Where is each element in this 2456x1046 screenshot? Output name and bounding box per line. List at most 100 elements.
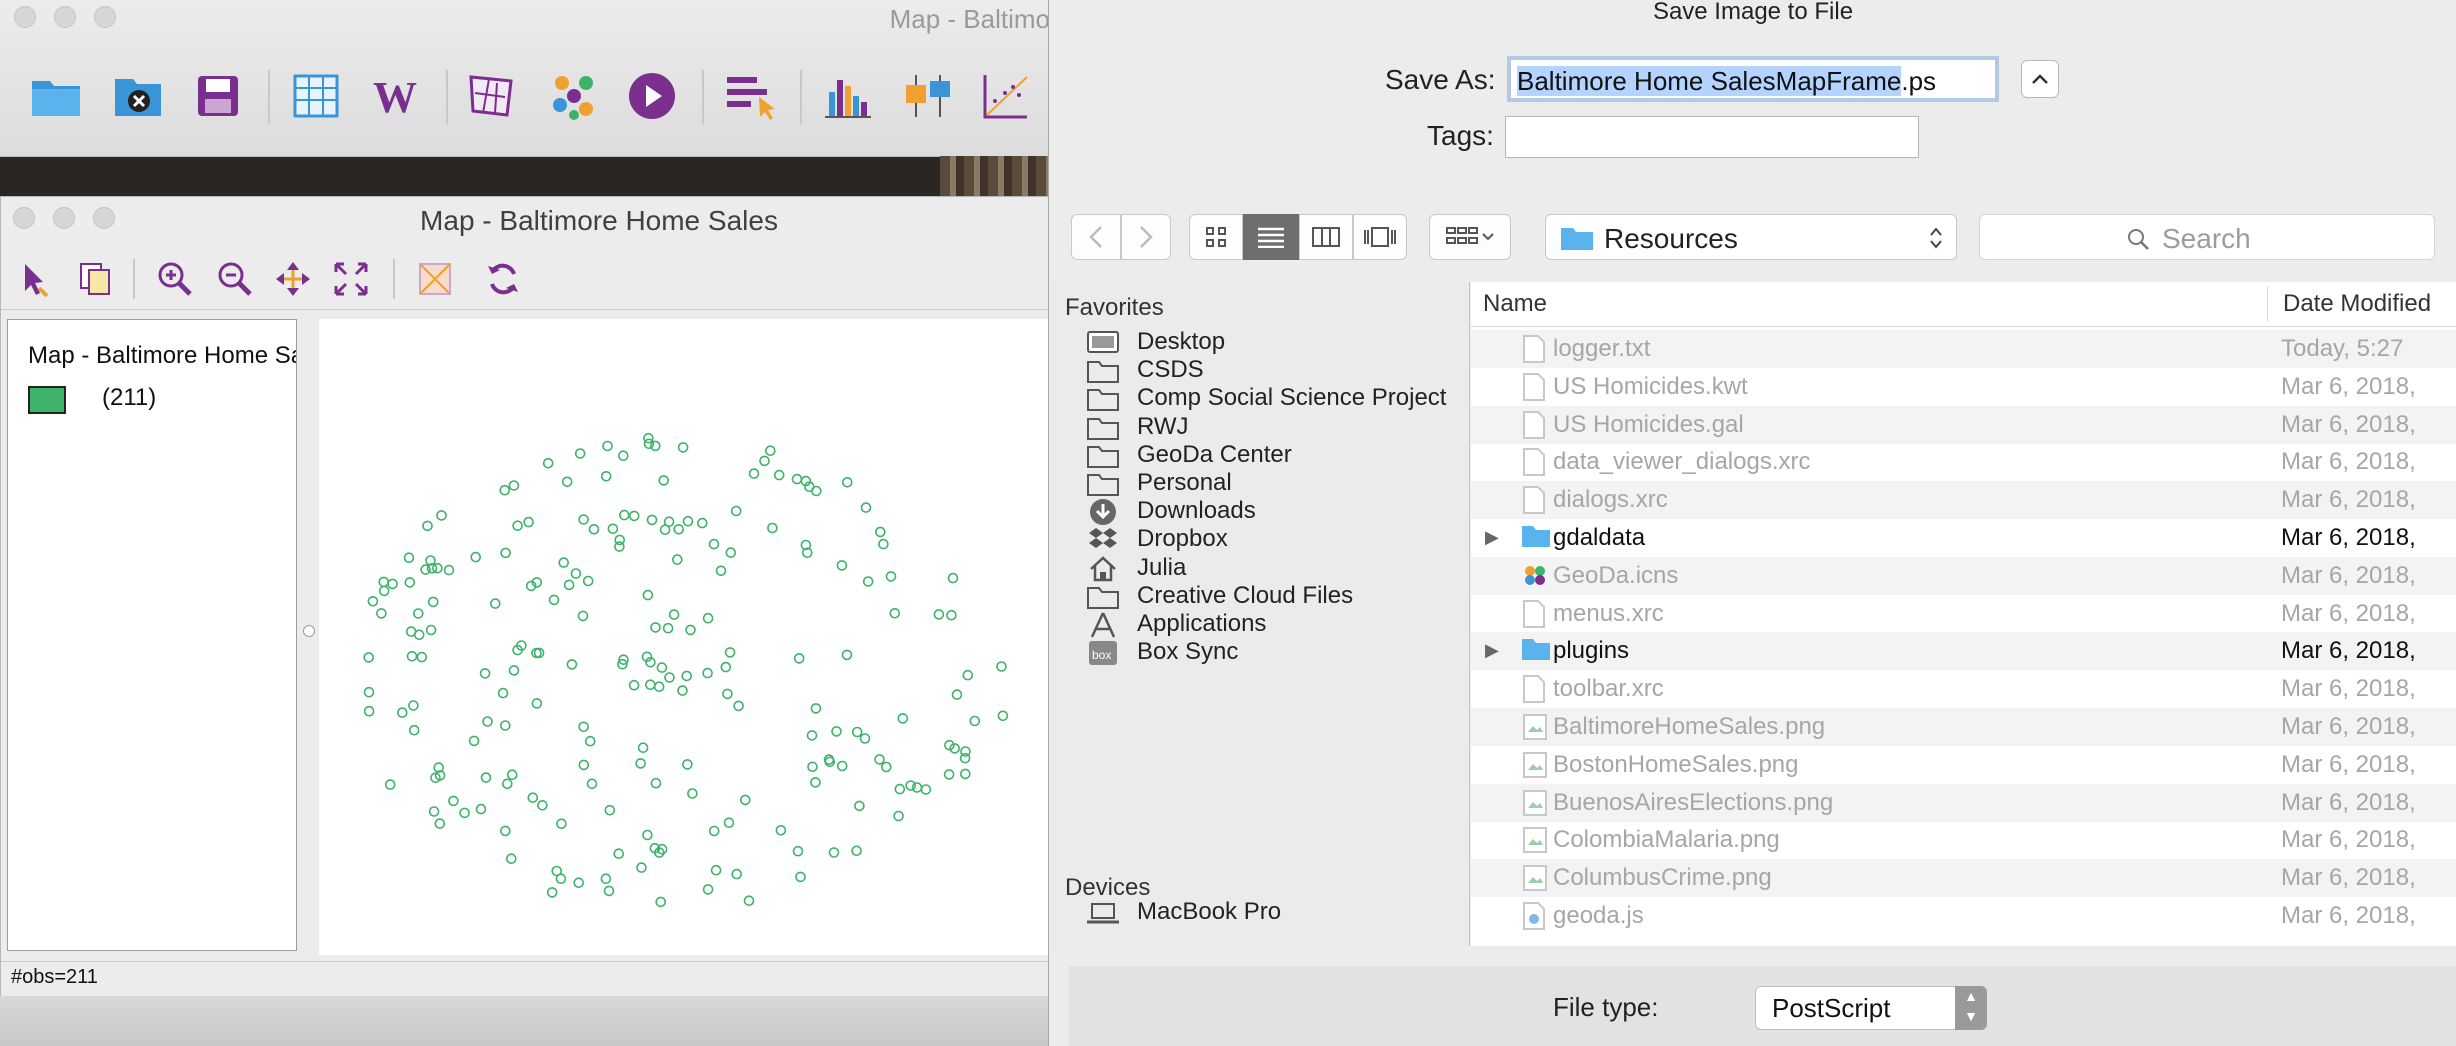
home-sale-point[interactable]: [659, 524, 671, 535]
map-button[interactable]: [462, 66, 522, 126]
home-sale-point[interactable]: [527, 792, 539, 804]
home-sale-point[interactable]: [673, 524, 685, 535]
refresh-button[interactable]: [479, 255, 527, 303]
disclosure-triangle-icon[interactable]: ▶: [1485, 527, 1499, 548]
location-popup[interactable]: Resources: [1545, 214, 1957, 260]
home-sale-point[interactable]: [470, 551, 481, 563]
home-sale-point[interactable]: [677, 685, 688, 696]
home-sale-point[interactable]: [642, 589, 654, 601]
home-sale-point[interactable]: [767, 522, 778, 534]
home-sale-point[interactable]: [731, 868, 743, 880]
save-project-button[interactable]: [188, 66, 248, 126]
file-row[interactable]: US Homicides.kwt Mar 6, 2018,: [1471, 368, 2456, 406]
home-sale-point[interactable]: [459, 807, 470, 819]
home-sale-point[interactable]: [588, 524, 600, 535]
home-sale-point[interactable]: [792, 845, 804, 857]
home-sale-point[interactable]: [578, 721, 589, 733]
home-sale-point[interactable]: [655, 896, 667, 908]
icon-view-button[interactable]: [1189, 214, 1243, 260]
home-sale-point[interactable]: [586, 778, 598, 790]
legend-splitter[interactable]: [299, 319, 317, 951]
home-sale-point[interactable]: [685, 624, 696, 636]
home-sale-point[interactable]: [656, 662, 668, 673]
home-sale-point[interactable]: [602, 440, 613, 452]
home-sale-point[interactable]: [432, 562, 443, 574]
home-sale-point[interactable]: [828, 847, 840, 858]
home-sale-point[interactable]: [468, 735, 480, 747]
home-sale-point[interactable]: [702, 884, 714, 895]
home-sale-point[interactable]: [582, 575, 594, 587]
scatterplot-button[interactable]: [976, 66, 1036, 126]
home-sale-point[interactable]: [558, 557, 569, 568]
home-sale-point[interactable]: [969, 715, 981, 727]
home-sale-point[interactable]: [730, 505, 742, 517]
copy-button[interactable]: [71, 255, 119, 303]
home-sale-point[interactable]: [406, 650, 418, 662]
home-sale-point[interactable]: [878, 538, 889, 550]
home-sale-point[interactable]: [448, 795, 459, 807]
home-sale-point[interactable]: [436, 510, 447, 521]
home-sale-point[interactable]: [408, 724, 420, 736]
home-sale-point[interactable]: [650, 777, 662, 789]
home-sale-point[interactable]: [708, 825, 720, 837]
home-sale-point[interactable]: [531, 698, 543, 709]
home-sale-point[interactable]: [807, 761, 818, 773]
home-sale-point[interactable]: [578, 759, 590, 771]
home-sale-point[interactable]: [425, 624, 437, 636]
file-row[interactable]: geoda.js Mar 6, 2018,: [1471, 897, 2456, 935]
home-sale-point[interactable]: [764, 445, 776, 456]
play-button[interactable]: [622, 66, 682, 126]
file-type-select[interactable]: PostScript ▲ ▼: [1755, 986, 1987, 1030]
home-sale-point[interactable]: [500, 825, 511, 837]
home-sale-point[interactable]: [668, 609, 680, 620]
home-sale-point[interactable]: [810, 485, 822, 497]
home-sale-point[interactable]: [810, 703, 822, 714]
home-sale-point[interactable]: [555, 873, 567, 885]
tags-field[interactable]: [1505, 116, 1919, 158]
home-sale-point[interactable]: [548, 594, 560, 606]
home-sale-point[interactable]: [880, 761, 892, 773]
home-sale-point[interactable]: [708, 538, 720, 550]
home-sale-point[interactable]: [885, 571, 897, 582]
home-sale-point[interactable]: [617, 450, 629, 461]
table-button[interactable]: [286, 66, 346, 126]
home-sale-point[interactable]: [943, 769, 955, 780]
home-sale-point[interactable]: [702, 612, 714, 624]
home-sale-point[interactable]: [642, 829, 653, 841]
home-sale-point[interactable]: [628, 510, 640, 522]
home-sale-point[interactable]: [376, 608, 387, 619]
home-sale-point[interactable]: [499, 484, 510, 496]
fit-extent-button[interactable]: [327, 255, 375, 303]
home-sale-point[interactable]: [506, 769, 518, 781]
home-sale-point[interactable]: [959, 768, 971, 780]
home-sale-point[interactable]: [502, 778, 513, 790]
home-sale-point[interactable]: [420, 564, 431, 575]
home-sale-point[interactable]: [378, 585, 390, 597]
date-column-header[interactable]: Date Modified: [2283, 290, 2431, 318]
home-sale-point[interactable]: [367, 595, 379, 607]
home-sale-point[interactable]: [874, 526, 886, 538]
home-sale-point[interactable]: [637, 742, 649, 754]
home-sale-point[interactable]: [422, 520, 433, 532]
home-sale-point[interactable]: [662, 622, 674, 634]
save-as-field[interactable]: Baltimore Home SalesMapFrame.ps: [1507, 56, 1999, 102]
home-sale-point[interactable]: [836, 560, 848, 571]
cover-flow-button[interactable]: [1353, 214, 1407, 260]
home-sale-point[interactable]: [500, 720, 511, 731]
home-sale-point[interactable]: [416, 651, 428, 663]
home-sale-point[interactable]: [793, 653, 805, 664]
file-row[interactable]: ColumbusCrime.png Mar 6, 2018,: [1471, 859, 2456, 898]
home-sale-point[interactable]: [482, 716, 493, 727]
list-view-button[interactable]: [1243, 214, 1299, 260]
home-sale-point[interactable]: [748, 468, 760, 479]
home-sale-point[interactable]: [725, 547, 737, 558]
home-sale-point[interactable]: [702, 667, 713, 679]
forward-button[interactable]: [1121, 214, 1171, 260]
home-sale-point[interactable]: [810, 777, 821, 788]
home-sale-point[interactable]: [841, 649, 853, 661]
home-sale-point[interactable]: [574, 448, 586, 459]
sidebar-item-box-sync[interactable]: box Box Sync: [1085, 634, 1465, 674]
home-sale-point[interactable]: [404, 577, 416, 588]
file-row[interactable]: data_viewer_dialogs.xrc Mar 6, 2018,: [1471, 443, 2456, 481]
home-sale-point[interactable]: [566, 659, 578, 670]
